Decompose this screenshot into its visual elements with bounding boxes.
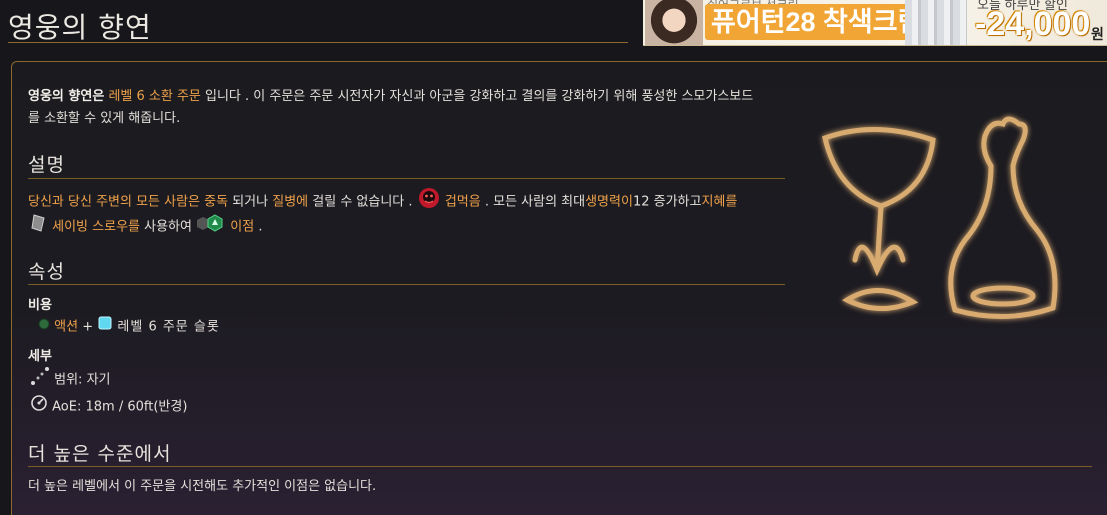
higher-levels-divider xyxy=(28,466,1092,467)
cost-label: 비용 xyxy=(28,298,52,313)
description-text: . xyxy=(258,219,263,235)
action-cost-link[interactable]: 액션 xyxy=(54,320,78,335)
cost-row: 액션 + 레벨 6 주문 슬롯 xyxy=(38,315,220,339)
description-heading: 설명 xyxy=(28,154,65,176)
description-divider xyxy=(28,178,785,179)
wisdom-link[interactable]: 지혜를 xyxy=(701,195,737,210)
disease-link[interactable]: 질병에 xyxy=(272,195,308,210)
description-text: 되거나 xyxy=(232,194,269,210)
frightened-link[interactable]: 겁먹음 xyxy=(445,195,481,210)
advertisement-banner[interactable]: 쉬어그로브 선크림 퓨어턴28 착색크림 오늘 하루만 할인 -24,000 원 xyxy=(643,0,1107,46)
properties-heading: 속성 xyxy=(28,261,65,283)
higher-levels-heading: 더 높은 수준에서 xyxy=(28,443,172,465)
hit-points-link[interactable]: 생명력이 xyxy=(585,195,633,210)
intro-text: 입니다 . 이 주문은 주문 시전자가 자신과 아군을 강화하고 결의를 강화하… xyxy=(205,89,754,104)
advantage-link[interactable]: 이점 xyxy=(230,220,254,235)
spell-name-particle: 은 xyxy=(92,89,105,104)
ad-price-unit: 원 xyxy=(1091,26,1104,42)
description-text: . 모든 사람의 최대 xyxy=(484,194,586,210)
range-row: 범위: 자기 xyxy=(30,366,111,394)
ad-price: -24,000 xyxy=(975,5,1091,43)
aoe-row: AoE: 18m / 60ft(반경) xyxy=(30,394,187,420)
ad-product-image xyxy=(905,0,967,45)
details-label: 세부 xyxy=(28,349,52,364)
ad-headline: 퓨어턴28 착색크림 xyxy=(705,4,929,40)
saving-throw-link[interactable]: 세이빙 스로우를 xyxy=(52,220,140,235)
description-line-2: 세이빙 스로우를 사용하여 이점 . xyxy=(28,212,808,242)
aoe-text: AoE: 18m / 60ft(반경) xyxy=(52,399,188,415)
spell-name: 영웅의 향연 xyxy=(28,89,93,104)
description-link-everyone[interactable]: 당신과 당신 주변의 모든 사람은 xyxy=(28,195,200,210)
page-title: 영웅의 향연 xyxy=(8,11,152,44)
feast-illustration xyxy=(822,116,1058,320)
intro-text-line2: 를 소환할 수 있게 해줍니다. xyxy=(28,111,181,126)
ad-model-image xyxy=(645,0,703,45)
description-text: 걸릴 수 없습니다 . xyxy=(312,194,413,210)
poisoned-link[interactable]: 중독 xyxy=(204,195,228,210)
range-icon xyxy=(30,366,50,394)
aoe-icon xyxy=(30,394,48,420)
higher-levels-text: 더 높은 레벨에서 이 주문을 시전해도 추가적인 이점은 없습니다. xyxy=(28,479,377,494)
properties-divider xyxy=(28,284,785,285)
spell-slot-cost: 레벨 6 주문 슬롯 xyxy=(117,319,220,335)
description-text: 사용하여 xyxy=(144,219,192,235)
spell-level-link[interactable]: 레벨 6 소환 주문 xyxy=(108,89,200,104)
description-text: 12 증가하고 xyxy=(632,194,702,210)
advantage-icon xyxy=(196,213,226,241)
wisdom-icon xyxy=(28,212,48,242)
cost-plus: + xyxy=(82,319,94,335)
title-divider xyxy=(8,42,628,43)
spell-intro: 영웅의 향연은 레벨 6 소환 주문 입니다 . 이 주문은 주문 시전자가 자… xyxy=(28,86,798,130)
action-dot-icon xyxy=(38,316,50,338)
spell-slot-icon xyxy=(97,315,113,339)
range-text: 범위: 자기 xyxy=(54,372,111,388)
